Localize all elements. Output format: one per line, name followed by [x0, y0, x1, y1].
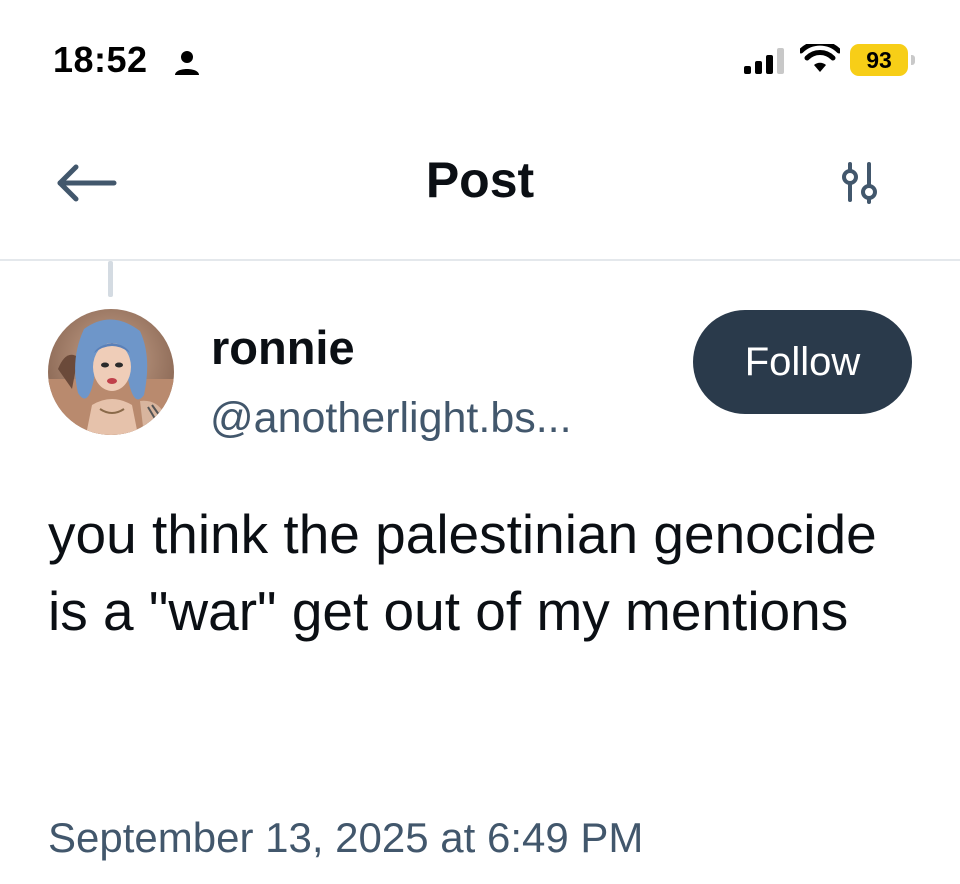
wifi-icon [800, 44, 840, 72]
header-divider [0, 259, 960, 261]
post-header: Post [0, 120, 960, 260]
page-title: Post [425, 152, 535, 208]
post-screen: 18:52 93 Post ronnie @anotherlight.bs...… [0, 0, 960, 884]
avatar[interactable] [48, 309, 174, 435]
battery-tip [911, 55, 915, 65]
thread-line [108, 261, 113, 297]
status-bar: 18:52 93 [0, 0, 960, 110]
author-name[interactable]: ronnie [211, 320, 355, 376]
battery-level: 93 [850, 44, 908, 76]
author-handle[interactable]: @anotherlight.bs... [210, 392, 572, 444]
battery-icon: 93 [850, 44, 916, 76]
signal-icon [744, 48, 784, 74]
follow-button[interactable]: Follow [693, 310, 912, 414]
post-timestamp: September 13, 2025 at 6:49 PM [48, 814, 644, 861]
post-text: you think the palestinian genocide is a … [48, 503, 877, 642]
sliders-icon[interactable] [836, 160, 888, 212]
status-time: 18:52 [53, 39, 148, 80]
avatar-image [48, 309, 174, 435]
person-icon [175, 51, 199, 75]
